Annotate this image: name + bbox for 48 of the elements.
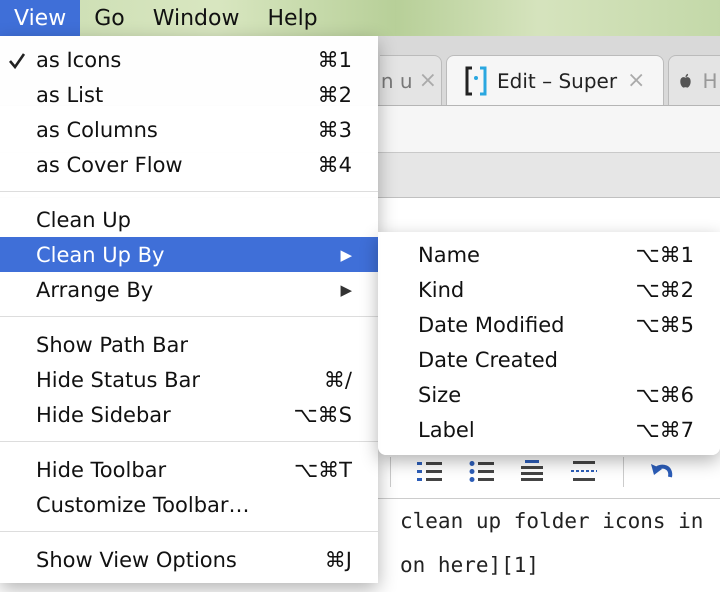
menu-item[interactable]: Hide Status Bar ⌘/ [0,362,378,397]
browser-tab[interactable]: Edit – Super × [446,55,664,105]
keyboard-shortcut: ⌥⌘2 [635,278,694,302]
bulleted-list-icon[interactable] [469,460,495,484]
checkmark-icon [8,52,26,70]
menu-item[interactable]: Clean Up [0,202,378,237]
keyboard-shortcut: ⌥⌘1 [635,242,694,266]
menu-item[interactable]: as Cover Flow ⌘4 [0,147,378,182]
menu-item[interactable]: Date Created [378,342,720,377]
horizontal-rule-icon[interactable] [571,460,597,484]
menu-item[interactable]: Size ⌥⌘6 [378,377,720,412]
editor-text-line: clean up folder icons in [399,508,704,535]
menu-item[interactable]: as Columns ⌘3 [0,112,378,147]
menu-item[interactable]: Hide Sidebar ⌥⌘S [0,397,378,432]
keyboard-shortcut: ⌘J [324,548,352,572]
brackets-icon [465,66,487,96]
menu-item[interactable]: Date Modified ⌥⌘5 [378,307,720,342]
submenu-arrow: ▶ [340,246,352,264]
menu-item[interactable]: as List ⌘2 [0,77,378,112]
menu-item[interactable]: Customize Toolbar… [0,487,378,522]
menu-item[interactable]: Arrange By ▶ [0,272,378,307]
menu-title[interactable]: Go [80,0,139,36]
keyboard-shortcut: ⌘1 [318,48,352,72]
keyboard-shortcut: ⌥⌘7 [635,418,694,442]
keyboard-shortcut: ⌥⌘6 [635,382,694,406]
menu-title[interactable]: Help [253,0,332,36]
keyboard-shortcut: ⌘/ [324,368,352,392]
menu-item[interactable]: Show View Options ⌘J [0,542,378,577]
menu-title[interactable]: View [0,0,80,36]
menu-item[interactable]: Show Path Bar [0,327,378,362]
menu-item[interactable]: Name ⌥⌘1 [378,237,720,272]
keyboard-shortcut: ⌘4 [318,152,352,176]
keyboard-shortcut: ⌥⌘5 [635,312,694,336]
menu-item[interactable]: Clean Up By ▶ [0,237,378,272]
keyboard-shortcut: ⌥⌘T [294,458,352,482]
blockquote-icon[interactable] [521,460,545,484]
submenu-arrow: ▶ [340,280,352,298]
keyboard-shortcut: ⌘3 [318,118,352,142]
keyboard-shortcut: ⌘2 [318,82,352,106]
editor-text-line: on here][1] [399,552,540,579]
menu-item[interactable]: as Icons ⌘1 [0,42,378,77]
menu-item[interactable]: Label ⌥⌘7 [378,412,720,447]
browser-tab[interactable]: n u × [380,55,442,105]
menu-title[interactable]: Window [138,0,254,36]
numbered-list-icon[interactable] [417,460,443,484]
menu-item[interactable]: Hide Toolbar ⌥⌘T [0,452,378,487]
keyboard-shortcut: ⌥⌘S [293,402,352,426]
menu-item[interactable]: Kind ⌥⌘2 [378,272,720,307]
